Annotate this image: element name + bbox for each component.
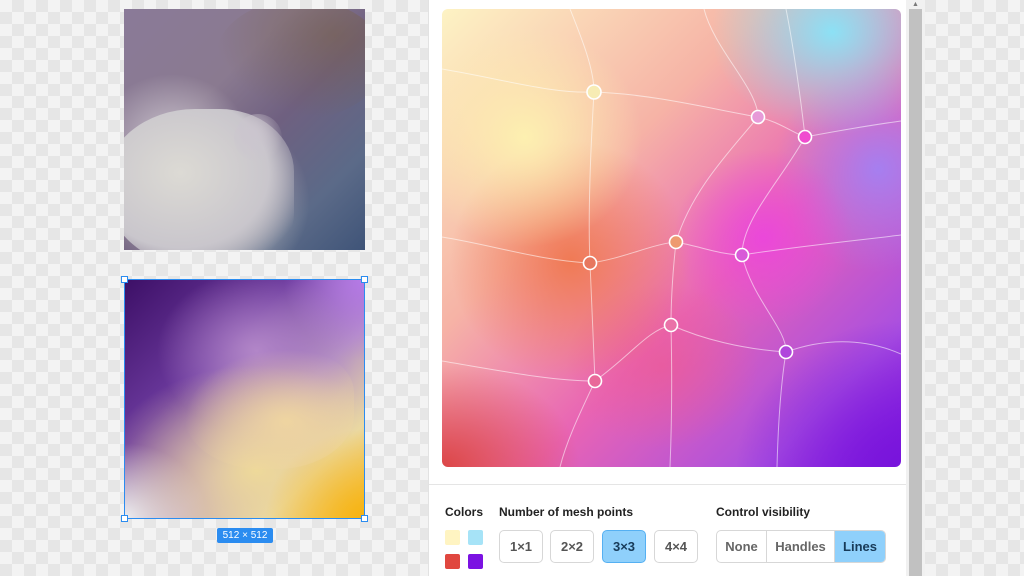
scroll-up-icon[interactable]: ▲	[906, 0, 925, 9]
mesh-2x2-button[interactable]: 2×2	[550, 530, 594, 563]
colors-label: Colors	[445, 505, 484, 519]
color-swatch-1[interactable]	[445, 530, 460, 545]
mesh-point	[668, 234, 684, 250]
size-badge: 512 × 512	[217, 528, 273, 543]
mesh-line	[442, 68, 901, 138]
control-visibility-toggle: None Handles Lines	[716, 530, 886, 563]
frame-blob-small	[234, 114, 282, 162]
resize-handle-bottom-left[interactable]	[121, 515, 128, 522]
frame-shade	[215, 9, 365, 119]
mesh-points-label: Number of mesh points	[499, 505, 634, 519]
scrollbar-thumb[interactable]	[909, 9, 922, 576]
color-swatch-2[interactable]	[468, 530, 483, 545]
resize-handle-bottom-right[interactable]	[361, 515, 368, 522]
visibility-handles-button[interactable]: Handles	[767, 531, 835, 562]
mesh-3x3-button[interactable]: 3×3	[602, 530, 646, 563]
control-visibility-label: Control visibility	[716, 505, 811, 519]
mesh-line	[741, 9, 806, 467]
mesh-gradient-panel	[428, 0, 907, 576]
color-swatch-3[interactable]	[445, 554, 460, 569]
visibility-none-button[interactable]: None	[717, 531, 767, 562]
mesh-1x1-button[interactable]: 1×1	[499, 530, 543, 563]
mesh-point	[587, 373, 603, 389]
mesh-point	[734, 247, 750, 263]
resize-handle-top-right[interactable]	[361, 276, 368, 283]
mesh-gradient-preview[interactable]	[442, 9, 901, 467]
mesh-point	[778, 344, 794, 360]
mesh-lines-overlay	[442, 9, 901, 467]
selection-outline[interactable]	[124, 279, 365, 519]
mesh-point	[582, 255, 598, 271]
mesh-point	[663, 317, 679, 333]
mesh-4x4-button[interactable]: 4×4	[654, 530, 698, 563]
panel-divider	[429, 484, 907, 485]
color-swatch-4[interactable]	[468, 554, 483, 569]
mesh-point	[586, 84, 602, 100]
visibility-lines-button[interactable]: Lines	[835, 531, 885, 562]
mesh-point	[797, 129, 813, 145]
resize-handle-top-left[interactable]	[121, 276, 128, 283]
mesh-line	[559, 9, 596, 467]
gradient-frame-top[interactable]	[124, 9, 365, 250]
mesh-point	[750, 109, 766, 125]
